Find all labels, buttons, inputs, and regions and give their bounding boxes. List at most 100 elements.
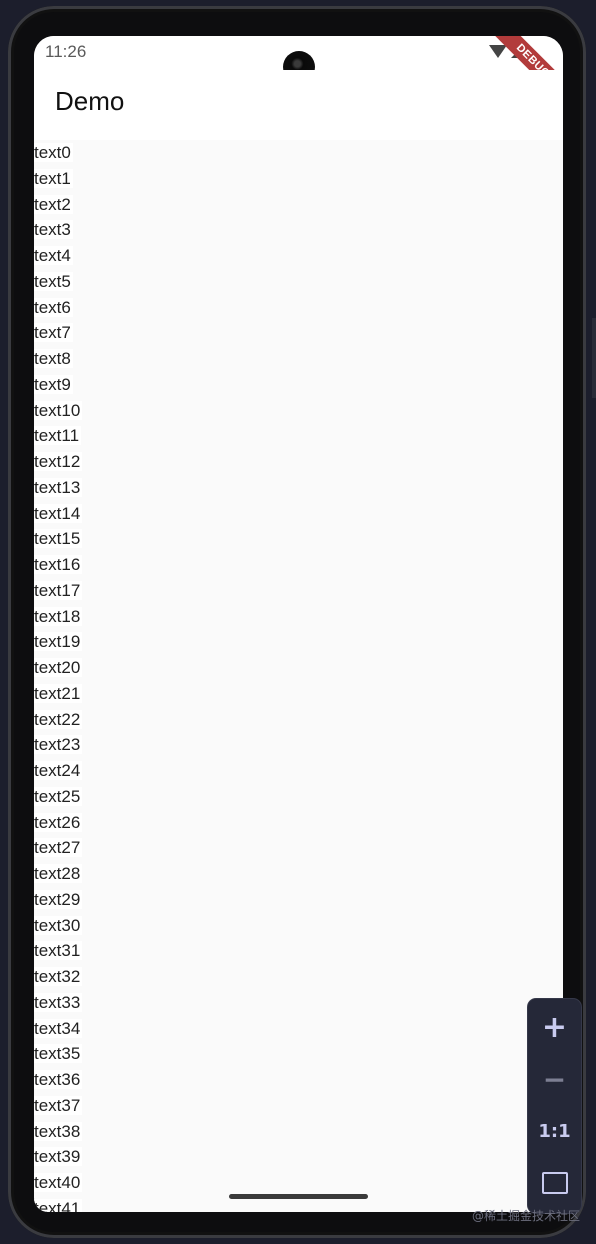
list-item: text29 — [34, 887, 563, 913]
list-item: text11 — [34, 423, 563, 449]
list-item-text: text33 — [34, 992, 83, 1012]
list-item-text: text8 — [34, 349, 73, 368]
list-item: text37 — [34, 1093, 563, 1119]
list-item-text: text6 — [34, 297, 73, 317]
list-item: text31 — [34, 938, 563, 964]
list-item: text27 — [34, 835, 563, 861]
app-bar: Demo — [34, 70, 563, 140]
list-item: text2 — [34, 192, 563, 218]
page-title: Demo — [55, 86, 125, 116]
list-item: text0 — [34, 140, 563, 166]
list-item: text13 — [34, 475, 563, 501]
list-item-text: text0 — [34, 143, 73, 162]
list-item-text: text40 — [34, 1173, 83, 1192]
list-item-text: text35 — [34, 1044, 83, 1064]
list-item: text36 — [34, 1067, 563, 1093]
list-item-text: text10 — [34, 400, 83, 420]
plus-icon: + — [541, 1009, 568, 1045]
list-item: text9 — [34, 372, 563, 398]
list-item-text: text9 — [34, 374, 73, 394]
list-item: text12 — [34, 449, 563, 475]
list-item-text: text37 — [34, 1095, 83, 1115]
list-item: text34 — [34, 1016, 563, 1042]
list-item-text: text18 — [34, 606, 83, 626]
home-indicator[interactable] — [229, 1194, 368, 1199]
list-item: text21 — [34, 681, 563, 707]
list-item-text: text7 — [34, 323, 73, 343]
list-item-text: text1 — [34, 168, 73, 188]
watermark: @稀土掘金技术社区 — [471, 1209, 580, 1223]
list-item: text25 — [34, 784, 563, 810]
list-item-text: text26 — [34, 812, 83, 832]
list-item: text20 — [34, 655, 563, 681]
list-item: text14 — [34, 501, 563, 527]
list-item: text23 — [34, 732, 563, 758]
status-bar: 11:26 DEBUG — [34, 36, 563, 110]
list-item-text: text28 — [34, 864, 83, 883]
fit-screen-icon — [541, 1172, 568, 1194]
list-item-text: text25 — [34, 786, 83, 806]
device-screen: 11:26 DEBUG Demo text0 text1 text2 text3 tex… — [34, 36, 563, 1212]
list-item-text: text15 — [34, 529, 83, 549]
zoom-reset-button[interactable]: 1:1 — [528, 1105, 581, 1157]
list-item: text3 — [34, 217, 563, 243]
list-item: text1 — [34, 166, 563, 192]
list-item: text17 — [34, 578, 563, 604]
list-item-text: text27 — [34, 838, 83, 858]
list-item-text: text24 — [34, 761, 83, 780]
list-item: text19 — [34, 629, 563, 655]
list-item-text: text2 — [34, 194, 73, 214]
list-item: text5 — [34, 269, 563, 295]
list-item-text: text20 — [34, 658, 83, 677]
list-item: text4 — [34, 243, 563, 269]
list-item-text: text5 — [34, 271, 73, 291]
zoom-reset-label: 1:1 — [538, 1120, 571, 1142]
list-item-text: text4 — [34, 246, 73, 265]
list-item: text8 — [34, 346, 563, 372]
list-item-text: text11 — [34, 426, 82, 446]
minus-icon: − — [542, 1062, 567, 1096]
list-item-text: text16 — [34, 555, 83, 574]
list-item: text18 — [34, 604, 563, 630]
list-item-text: text19 — [34, 632, 83, 652]
list-item: text28 — [34, 861, 563, 887]
list-item: text39 — [34, 1144, 563, 1170]
list-item: text7 — [34, 320, 563, 346]
list-item: text24 — [34, 758, 563, 784]
list-item-text: text12 — [34, 452, 83, 471]
list-item-text: text29 — [34, 889, 83, 909]
list-item-text: text38 — [34, 1121, 83, 1141]
list-item-text: text32 — [34, 967, 83, 986]
list-item: text15 — [34, 526, 563, 552]
list-item-text: text3 — [34, 220, 73, 240]
zoom-fit-button[interactable] — [528, 1157, 581, 1209]
zoom-out-button[interactable]: − — [528, 1053, 581, 1105]
list-item-text: text21 — [34, 683, 83, 703]
list-item: text40 — [34, 1170, 563, 1196]
zoom-in-button[interactable]: + — [528, 1001, 581, 1053]
list-item-text: text23 — [34, 735, 83, 755]
list-item-text: text13 — [34, 477, 83, 497]
list-item: text30 — [34, 913, 563, 939]
status-time: 11:26 — [45, 42, 87, 61]
list-item: text10 — [34, 398, 563, 424]
list-item-text: text39 — [34, 1147, 83, 1167]
list-item-text: text36 — [34, 1070, 83, 1089]
text-list[interactable]: text0 text1 text2 text3 text4 text5 text6 text7… — [34, 140, 563, 1212]
list-item-text: text30 — [34, 915, 83, 935]
wifi-icon — [489, 44, 507, 58]
list-item: text16 — [34, 552, 563, 578]
list-item-text: text31 — [34, 941, 83, 961]
list-item: text33 — [34, 990, 563, 1016]
list-item-text: text41 — [34, 1198, 83, 1212]
list-item: text26 — [34, 810, 563, 836]
list-item-text: text14 — [34, 503, 83, 523]
list-item: text32 — [34, 964, 563, 990]
list-item-text: text22 — [34, 709, 83, 729]
list-item-text: text34 — [34, 1018, 83, 1038]
phone-side-button — [592, 318, 596, 398]
list-item: text6 — [34, 295, 563, 321]
list-item: text38 — [34, 1119, 563, 1145]
list-item-text: text17 — [34, 580, 83, 600]
list-item: text35 — [34, 1041, 563, 1067]
